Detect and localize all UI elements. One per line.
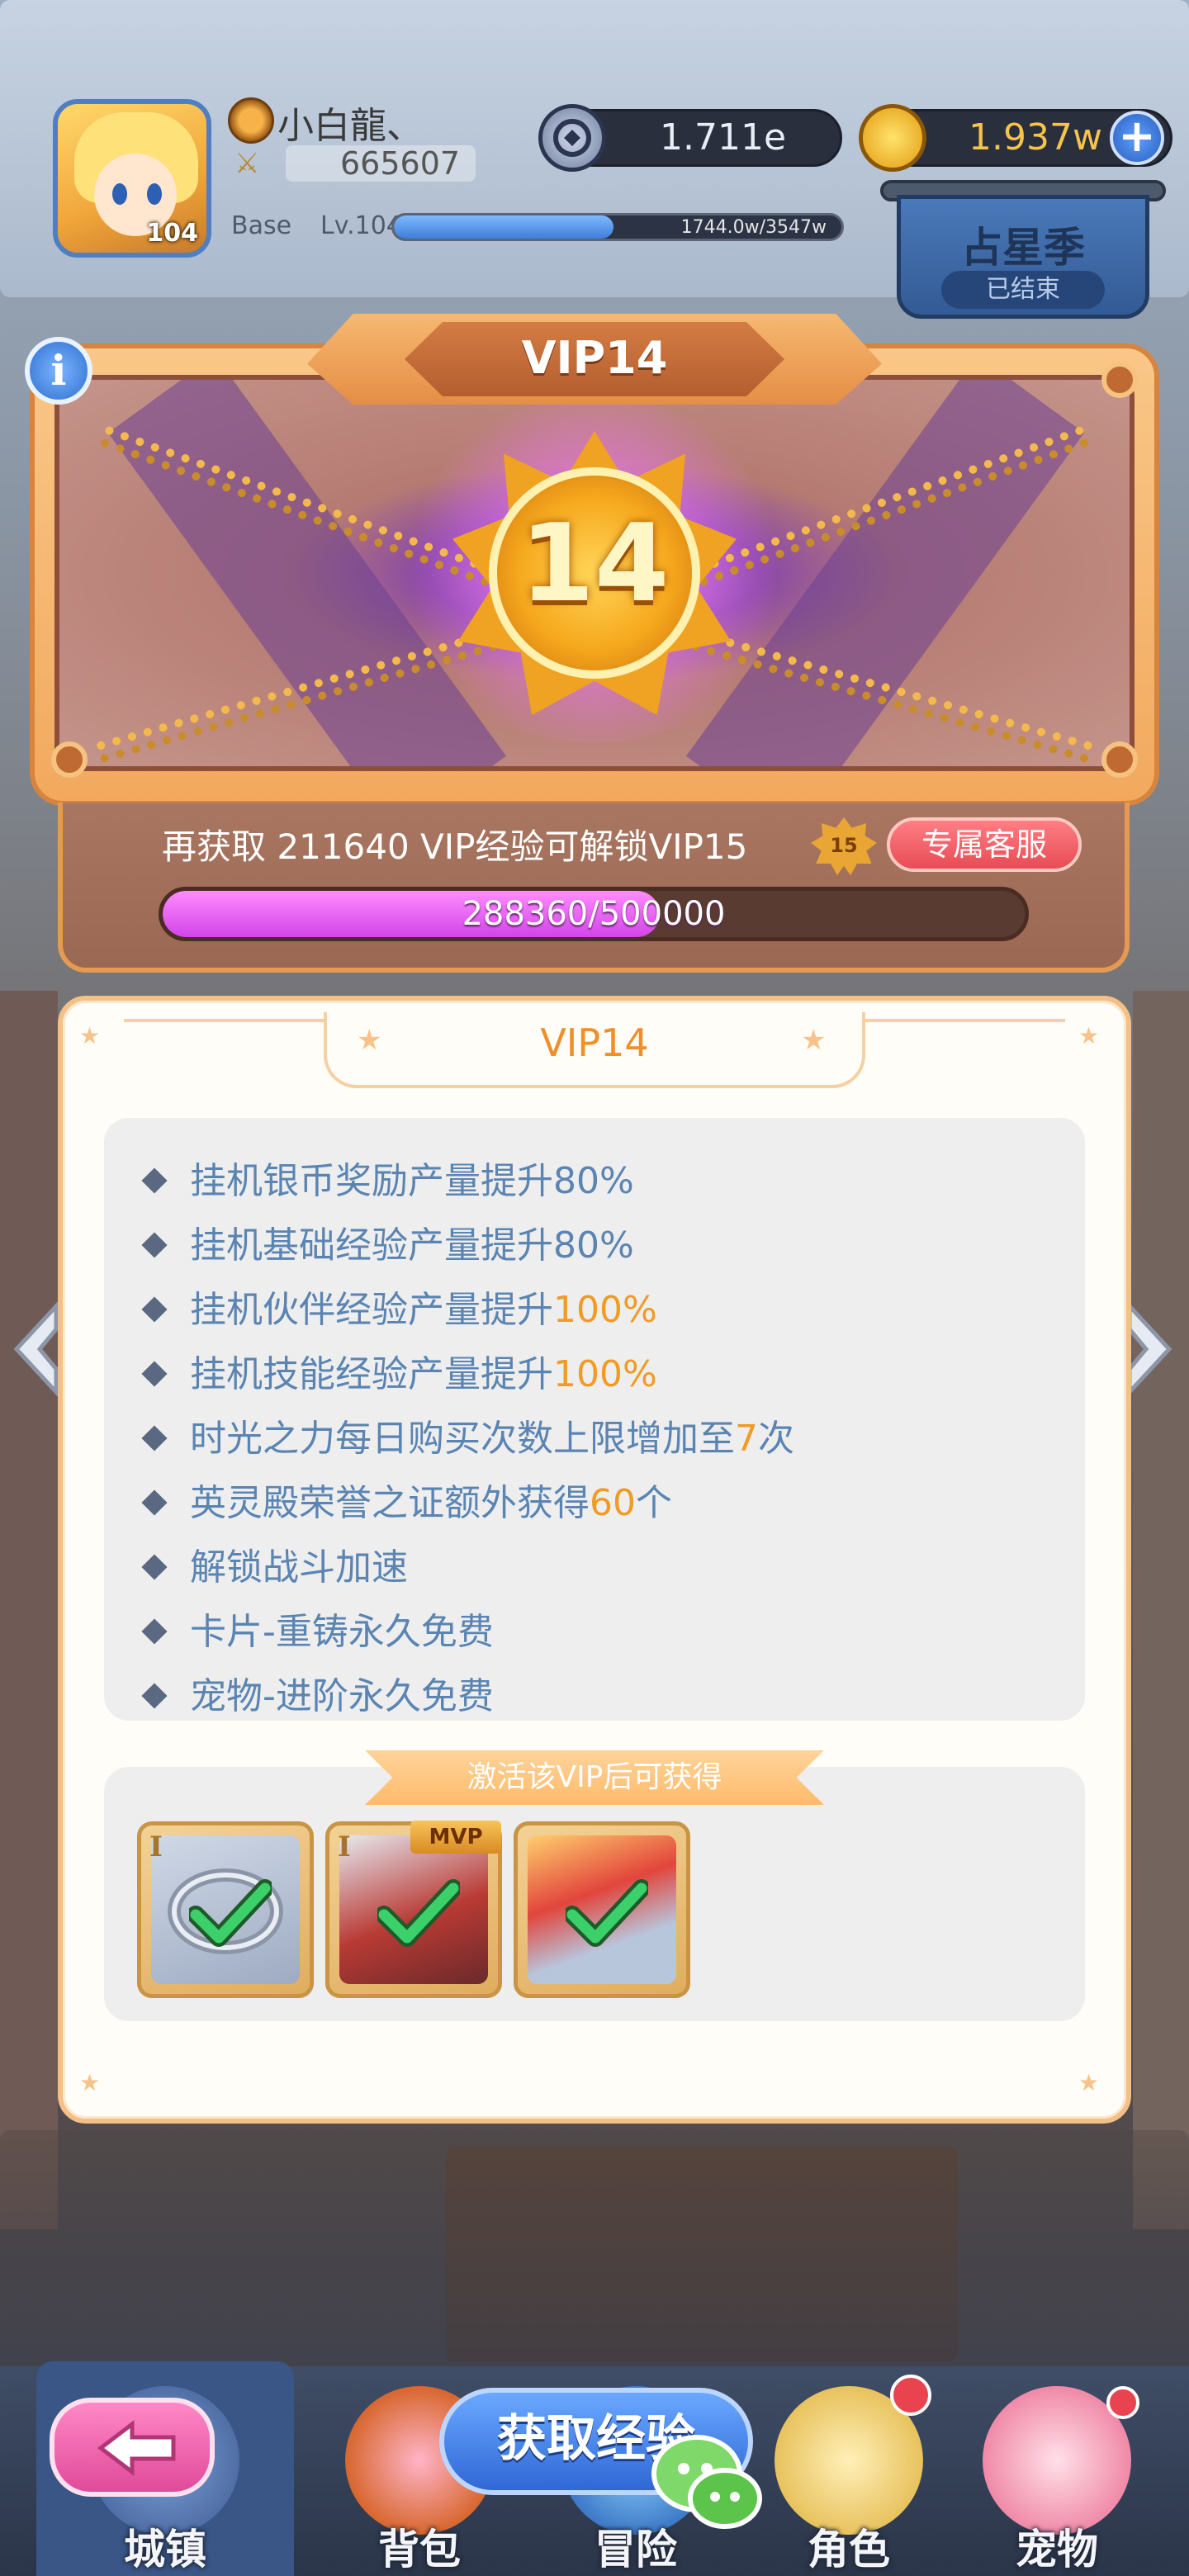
check-icon [377,1879,460,1947]
star-icon: ★ [79,1022,101,1049]
perk-item: 挂机伙伴经验产量提升100% [141,1280,657,1333]
bullet-icon [141,1167,168,1194]
next-vip-level: 15 [830,834,858,857]
star-icon: ★ [1078,1022,1100,1049]
unlock-hint: 再获取 211640 VIP经验可解锁VIP15 [162,826,748,867]
vip-exp-progress-text: 288360/500000 [462,895,726,933]
item-tier: I [338,1830,351,1863]
exp-bar: 1744.0w/3547w [391,213,844,241]
nav-label: 宠物 [1016,2526,1098,2574]
corner-rivet [1101,362,1138,398]
season-title: 占星季 [961,224,1085,272]
check-icon [189,1879,272,1947]
bullet-icon [141,1683,168,1709]
exp-text: 1744.0w/3547w [680,217,827,238]
nav-label: 角色 [808,2526,890,2574]
back-arrow-icon [97,2419,176,2477]
reward-item[interactable]: I MVP [325,1821,502,1998]
combat-power: 665607 [286,145,476,182]
perk-item: 英灵殿荣誉之证额外获得60个 [141,1473,672,1526]
season-status: 已结束 [941,271,1105,309]
back-button[interactable] [50,2398,215,2497]
info-button[interactable]: i [25,337,92,405]
diamond-amount: 1.711e [660,116,787,159]
corner-rivet [51,741,88,778]
bullet-icon [141,1618,168,1645]
nav-label: 城镇 [124,2526,206,2574]
bullet-icon [141,1296,168,1323]
card-title: VIP14 [540,1020,649,1065]
background-building [0,991,58,2229]
bullet-icon [141,1361,168,1387]
exp-bar-fill [394,215,613,239]
exclusive-service-button[interactable]: 专属客服 [887,817,1082,872]
item-tier: I [149,1830,163,1863]
avatar-level: 104 [146,219,198,248]
level-label: Lv.104 [320,211,402,240]
bullet-icon [141,1425,168,1451]
reward-item[interactable]: I [137,1821,314,1998]
check-icon [566,1879,648,1947]
star-icon: ★ [1078,2069,1100,2096]
star-icon: ★ [357,1024,382,1057]
vip-title: VIP14 [521,332,668,384]
perk-item: 宠物-进阶永久免费 [141,1666,494,1719]
notification-badge-icon [890,2375,931,2416]
star-icon: ★ [79,2069,101,2096]
player-name: 小白龍、 [277,105,423,147]
bullet-icon [141,1489,168,1516]
background-ground [0,2130,1189,2378]
perk-item: 挂机基础经验产量提升80% [141,1215,634,1268]
bullet-icon [141,1554,168,1580]
perk-item: 解锁战斗加速 [141,1537,408,1590]
perk-item: 时光之力每日购买次数上限增加至7次 [141,1409,794,1461]
bullet-icon [141,1232,168,1258]
perk-item: 挂机银币奖励产量提升80% [141,1151,634,1204]
perk-item: 卡片-重铸永久免费 [141,1602,494,1655]
perk-item: 挂机技能经验产量提升100% [141,1344,657,1397]
reward-item[interactable] [514,1821,690,1998]
background-building [1133,991,1189,2229]
vip-medal-number: 14 [519,500,670,626]
nav-label: 背包 [378,2526,461,2574]
swords-icon: ⚔ [234,147,260,180]
base-label: Base [231,211,292,240]
chat-icon[interactable] [649,2427,765,2535]
player-avatar[interactable]: 104 [53,99,211,258]
rank-emblem-icon [228,97,274,144]
corner-rivet [1101,741,1138,778]
season-banner[interactable]: 占星季 已结束 [880,132,1166,322]
star-icon: ★ [801,1024,827,1057]
notification-badge-icon [1106,2386,1139,2419]
vip-exp-progress: 288360/500000 [159,887,1029,941]
reward-ribbon: 激活该VIP后可获得 [365,1750,824,1805]
diamond-icon [538,104,606,172]
mvp-badge: MVP [410,1821,501,1854]
